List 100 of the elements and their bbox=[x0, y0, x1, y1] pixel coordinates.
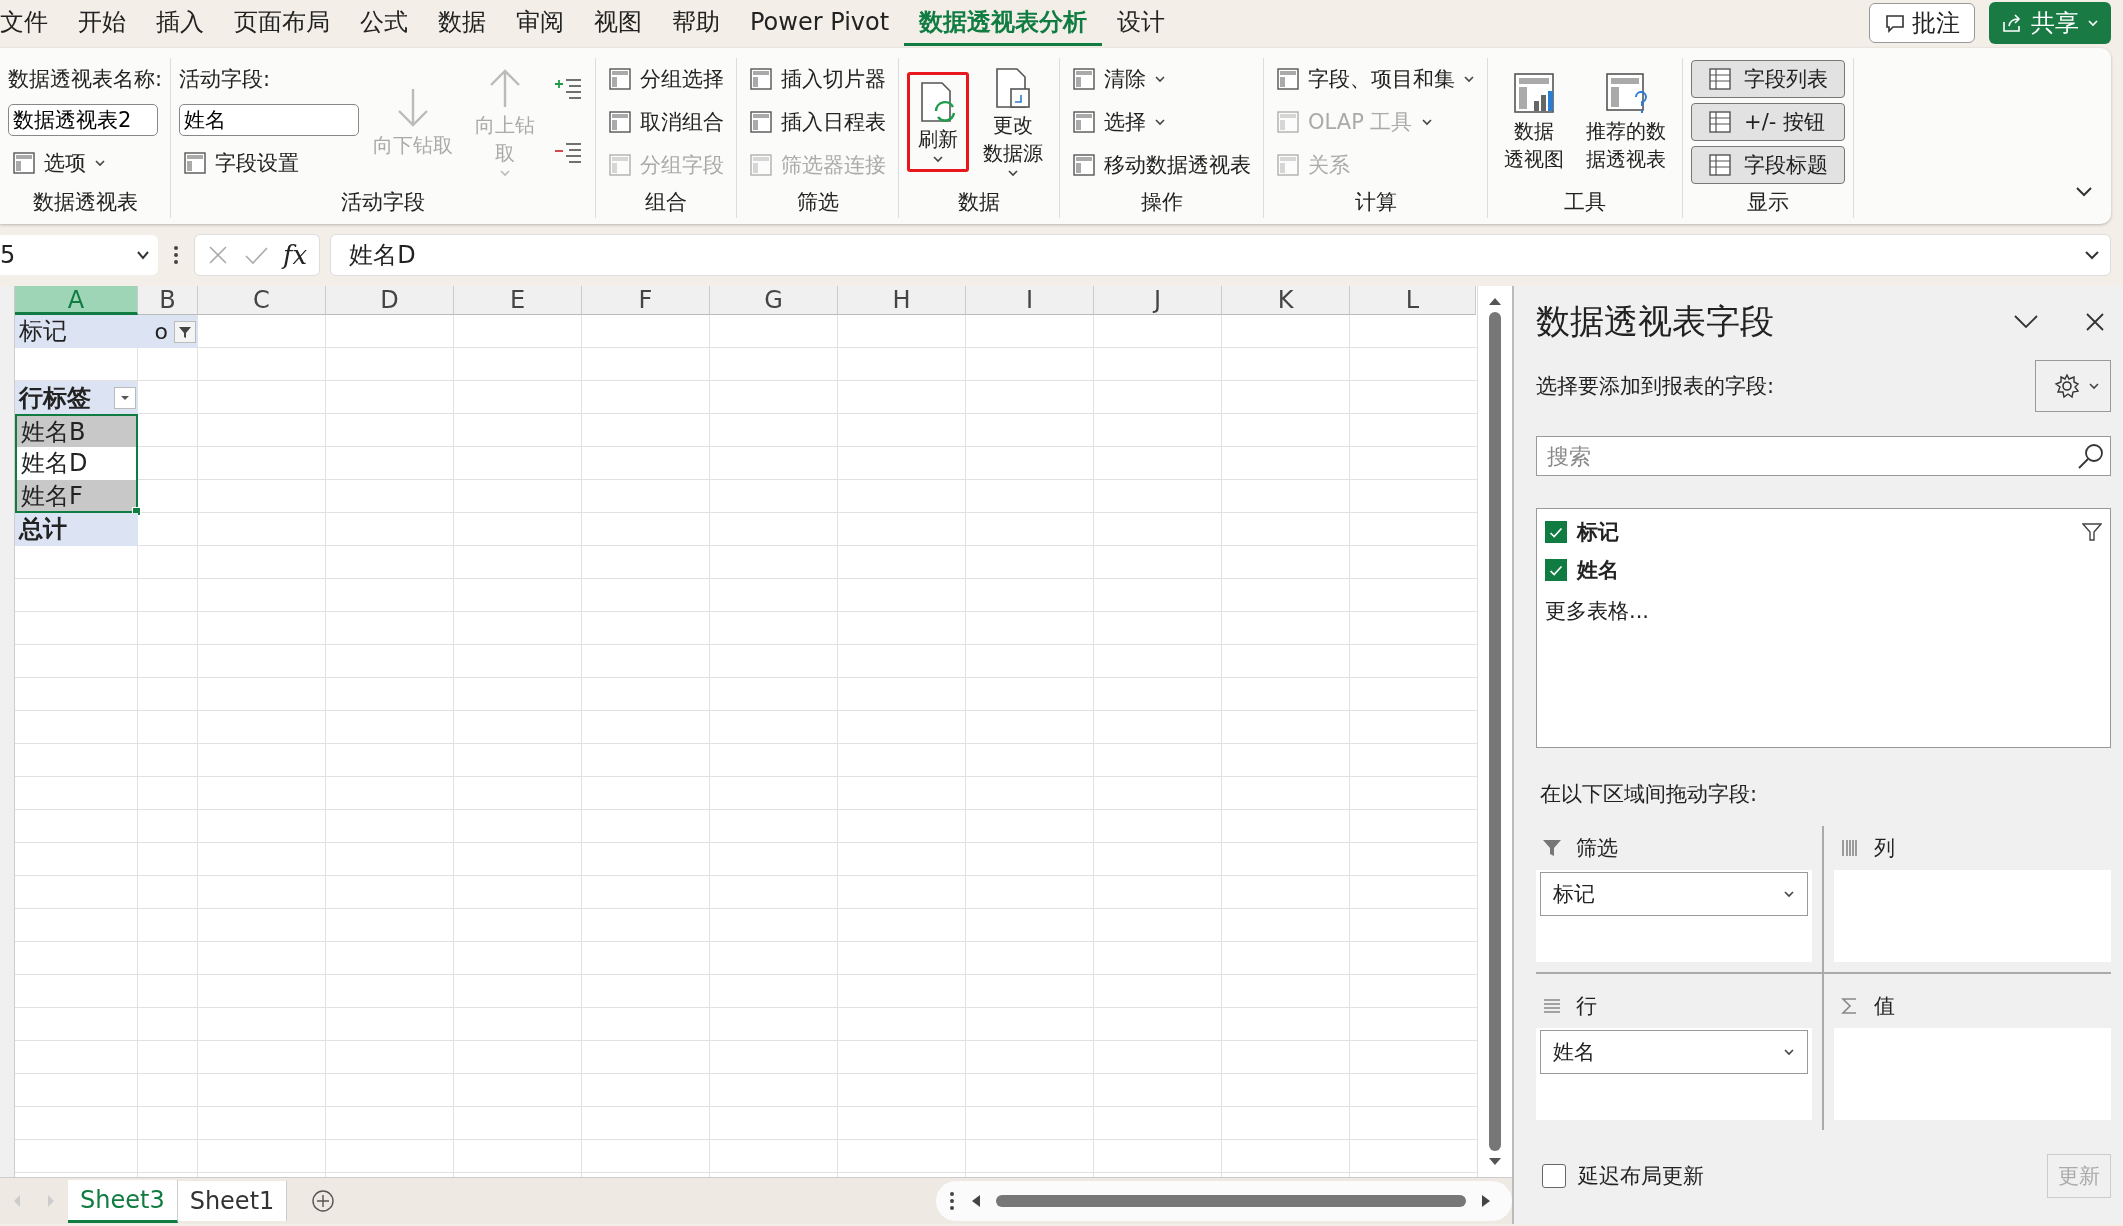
scrollbar-thumb[interactable] bbox=[1489, 312, 1501, 1151]
area-label: 行 bbox=[1576, 993, 1597, 1020]
column-header[interactable]: B bbox=[138, 286, 198, 315]
ribbon-tab[interactable]: 文件 bbox=[0, 0, 63, 46]
more-icon bbox=[172, 244, 180, 266]
ribbon-tab[interactable]: 开始 bbox=[63, 0, 141, 46]
checkbox[interactable] bbox=[1542, 1164, 1566, 1188]
column-header[interactable]: I bbox=[966, 286, 1094, 315]
table-cell[interactable]: 姓名F bbox=[15, 480, 138, 513]
field-label[interactable]: 标记 bbox=[1577, 518, 1619, 546]
field-dropdown[interactable]: 标记 bbox=[1540, 872, 1808, 916]
add-sheet-icon[interactable] bbox=[311, 1189, 336, 1213]
group-label: 工具 bbox=[1563, 189, 1608, 216]
column-header[interactable]: J bbox=[1094, 286, 1222, 315]
scroll-left-icon[interactable] bbox=[970, 1194, 982, 1208]
settings-icon bbox=[2054, 373, 2080, 399]
table-cell[interactable]: 姓名D bbox=[15, 447, 138, 480]
table-icon bbox=[608, 110, 633, 134]
column-header[interactable]: K bbox=[1222, 286, 1350, 315]
comment-button[interactable]: 批注 bbox=[1869, 3, 1975, 43]
drop-area[interactable]: 标记 bbox=[1536, 870, 1812, 962]
ribbon-button[interactable]: 推荐的数 据透视表 bbox=[1578, 65, 1675, 179]
area-label: 值 bbox=[1873, 993, 1895, 1020]
ribbon-button[interactable]: 字段、项目和集 bbox=[1272, 59, 1480, 100]
chevron-down-icon[interactable] bbox=[2075, 186, 2093, 198]
group-label: 筛选 bbox=[795, 189, 840, 216]
ribbon-tab[interactable]: 数据 bbox=[423, 0, 501, 46]
scroll-down-icon[interactable] bbox=[1488, 1157, 1502, 1167]
table-icon bbox=[749, 110, 774, 134]
scrollbar-thumb[interactable] bbox=[996, 1195, 1466, 1207]
sheet-tab[interactable]: Sheet3 bbox=[68, 1179, 178, 1223]
column-header[interactable]: E bbox=[454, 286, 582, 315]
ribbon-button[interactable]: 字段设置 bbox=[179, 142, 360, 183]
drop-area[interactable]: 姓名 bbox=[1536, 1028, 1812, 1120]
search-field[interactable]: 搜索 bbox=[1536, 436, 2111, 476]
name-box[interactable]: 5 bbox=[0, 235, 158, 275]
table-cell-text: 行标签 bbox=[19, 382, 91, 414]
share-button[interactable]: 共享 bbox=[1989, 2, 2111, 44]
ribbon-button[interactable]: 数据 透视图 bbox=[1496, 65, 1573, 179]
ribbon-button[interactable]: 选项 bbox=[8, 142, 163, 183]
field-label[interactable]: 姓名 bbox=[1577, 556, 1619, 584]
field-dropdown[interactable]: 姓名 bbox=[1540, 1030, 1808, 1074]
group-label: 活动字段 bbox=[340, 189, 427, 216]
ribbon-button[interactable]: 移动数据透视表 bbox=[1068, 144, 1256, 185]
table-cell: 标记 bbox=[15, 315, 138, 348]
ribbon-button[interactable]: 插入切片器 bbox=[745, 59, 891, 100]
toggle-button[interactable]: +/- 按钮 bbox=[1691, 103, 1846, 141]
checkbox[interactable] bbox=[1545, 521, 1567, 543]
text-field[interactable]: 姓名 bbox=[179, 104, 360, 136]
dropdown-button-icon[interactable] bbox=[114, 386, 136, 409]
column-header[interactable]: F bbox=[582, 286, 710, 315]
columns-icon bbox=[1839, 838, 1860, 858]
field-label: 活动字段: bbox=[179, 66, 272, 94]
column-header[interactable]: D bbox=[326, 286, 454, 315]
toggle-button[interactable]: 字段标题 bbox=[1691, 145, 1846, 184]
filter-button-icon[interactable] bbox=[174, 320, 196, 343]
ribbon-button[interactable]: 分组选择 bbox=[604, 59, 729, 100]
settings-button[interactable] bbox=[2035, 360, 2111, 412]
text-field[interactable]: 数据透视表2 bbox=[8, 104, 158, 136]
ribbon-tab[interactable]: 设计 bbox=[1102, 0, 1181, 46]
scroll-up-icon[interactable] bbox=[1488, 296, 1502, 306]
ribbon-tab[interactable]: 视图 bbox=[579, 0, 657, 46]
chevron-down-icon bbox=[499, 167, 512, 179]
ribbon-button[interactable]: 清除 bbox=[1068, 59, 1256, 100]
expand-icon bbox=[553, 76, 584, 101]
table-icon bbox=[1072, 110, 1097, 134]
ribbon-tab[interactable]: 审阅 bbox=[501, 0, 579, 46]
more-icon[interactable] bbox=[948, 1190, 956, 1212]
checkbox-label[interactable]: 延迟布局更新 bbox=[1578, 1162, 2035, 1190]
ribbon-tab[interactable]: 插入 bbox=[141, 0, 219, 46]
table-cell[interactable]: 姓名B bbox=[15, 414, 138, 447]
toggle-button[interactable]: 字段列表 bbox=[1691, 60, 1846, 99]
close-icon[interactable] bbox=[2085, 312, 2105, 332]
ribbon-button[interactable]: 取消组合 bbox=[604, 102, 729, 142]
ribbon-tab[interactable]: 公式 bbox=[345, 0, 423, 46]
checkbox[interactable] bbox=[1545, 559, 1567, 581]
column-header[interactable]: C bbox=[198, 286, 326, 315]
chevron-down-icon bbox=[136, 249, 150, 261]
more-tables-link[interactable]: 更多表格... bbox=[1545, 597, 2102, 625]
ribbon-button[interactable]: 选择 bbox=[1068, 102, 1256, 142]
area-label: 列 bbox=[1873, 835, 1895, 862]
table-icon bbox=[608, 152, 633, 177]
chevron-down-icon bbox=[1420, 116, 1433, 128]
ribbon-button[interactable]: 刷新 bbox=[907, 72, 970, 172]
column-header[interactable]: H bbox=[838, 286, 966, 315]
ribbon-button[interactable]: 更改 数据源 bbox=[975, 59, 1052, 185]
chevron-down-icon[interactable] bbox=[2013, 314, 2039, 330]
ribbon-tab[interactable]: Power Pivot bbox=[735, 0, 905, 46]
sheet-tab[interactable]: Sheet1 bbox=[177, 1181, 288, 1221]
scroll-right-icon[interactable] bbox=[1480, 1194, 1492, 1208]
collapse-icon bbox=[553, 140, 584, 165]
function-button[interactable]: fx bbox=[283, 240, 308, 270]
formula-field[interactable]: 姓名D bbox=[330, 234, 2111, 276]
column-header[interactable]: L bbox=[1350, 286, 1476, 315]
table-icon bbox=[749, 152, 774, 177]
ribbon-tab[interactable]: 帮助 bbox=[657, 0, 735, 46]
column-header[interactable]: G bbox=[710, 286, 838, 315]
ribbon-tab[interactable]: 页面布局 bbox=[219, 0, 345, 46]
field-label: 数据透视表名称: bbox=[8, 66, 163, 94]
ribbon-button[interactable]: 插入日程表 bbox=[745, 102, 891, 142]
